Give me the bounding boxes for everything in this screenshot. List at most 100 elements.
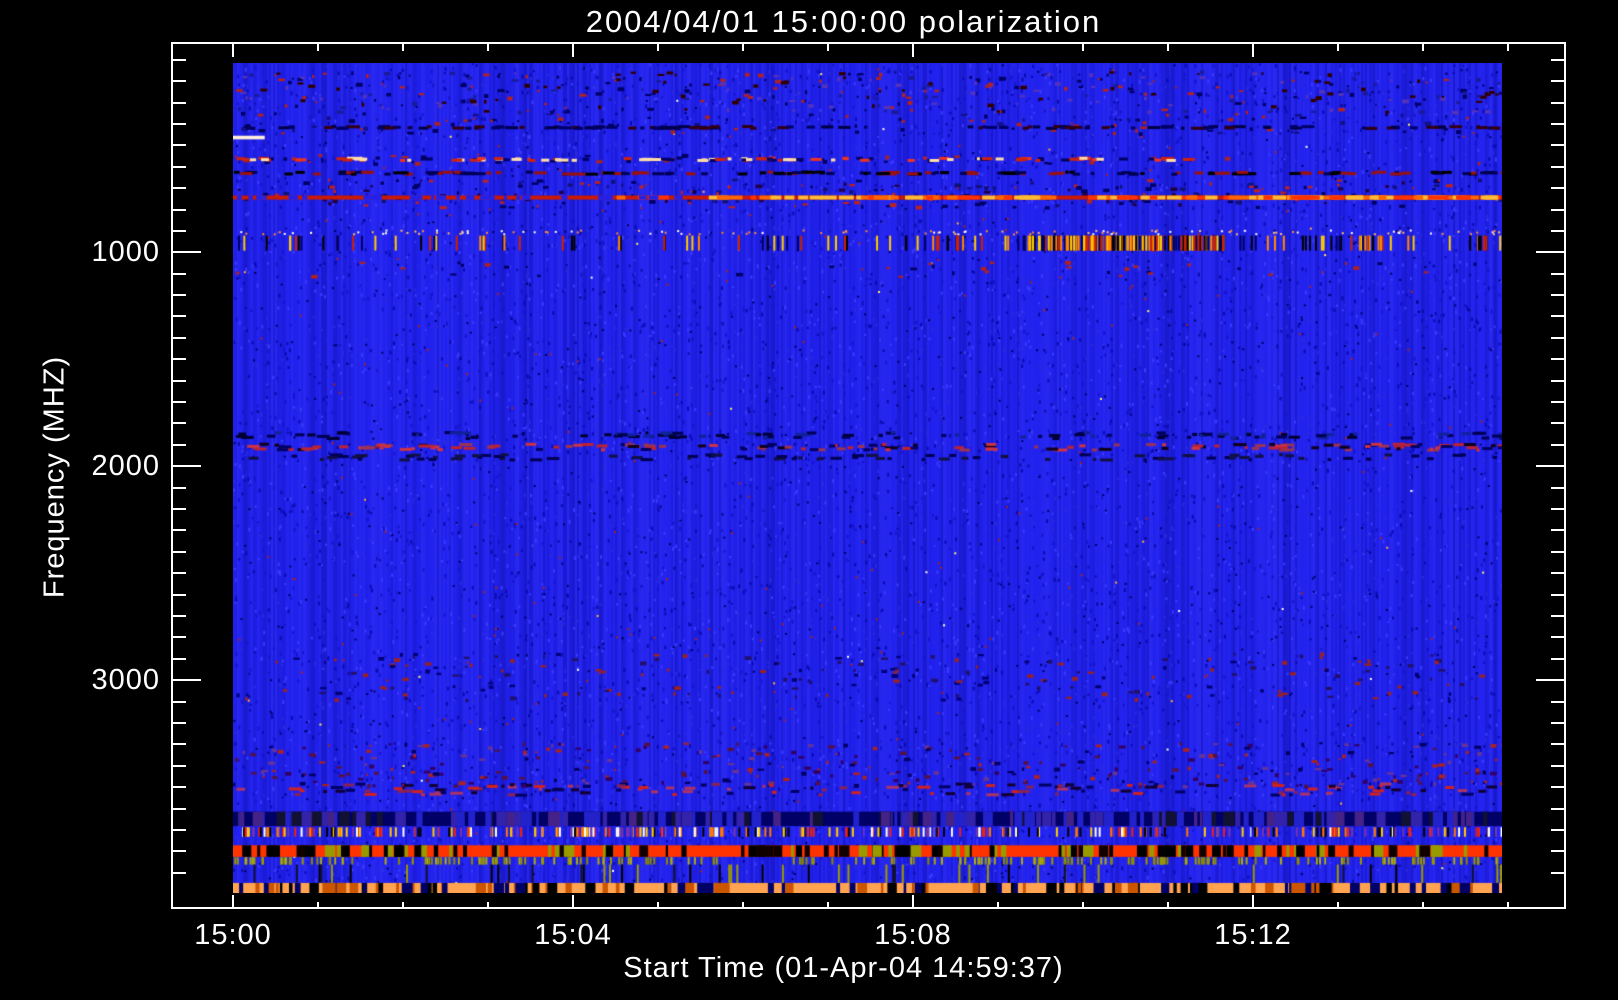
y-minor-tick-right xyxy=(1551,743,1564,746)
x-minor-tick xyxy=(1082,902,1084,909)
chart-title: 2004/04/01 15:00:00 polarization xyxy=(585,4,1102,39)
x-major-tick xyxy=(232,895,234,909)
y-minor-tick xyxy=(173,807,186,810)
y-minor-tick-right xyxy=(1551,272,1564,275)
x-minor-tick xyxy=(827,902,829,909)
y-minor-tick-right xyxy=(1551,764,1564,767)
y-minor-tick xyxy=(173,786,186,789)
y-major-tick-right xyxy=(1536,465,1564,468)
plot-frame xyxy=(171,42,1566,909)
y-minor-tick xyxy=(173,828,186,831)
y-minor-tick-right xyxy=(1551,315,1564,318)
x-tick-label-3: 15:12 xyxy=(1214,919,1292,951)
y-minor-tick-right xyxy=(1551,122,1564,125)
y-minor-tick xyxy=(173,486,186,489)
y-minor-tick xyxy=(173,379,186,382)
y-minor-tick xyxy=(173,272,186,275)
y-minor-tick xyxy=(173,657,186,660)
y-minor-tick-right xyxy=(1551,58,1564,61)
y-minor-tick xyxy=(173,101,186,104)
x-minor-tick xyxy=(657,902,659,909)
x-tick-label-0: 15:00 xyxy=(194,919,272,951)
spectrogram-page: 2004/04/01 15:00:00 polarization 15:00 15… xyxy=(0,0,1618,1000)
y-minor-tick-right xyxy=(1551,593,1564,596)
y-minor-tick xyxy=(173,529,186,532)
y-minor-tick-right xyxy=(1551,508,1564,511)
x-minor-tick-top xyxy=(487,44,489,51)
y-minor-tick xyxy=(173,636,186,639)
x-minor-tick xyxy=(402,902,404,909)
x-axis-title: Start Time (01-Apr-04 14:59:37) xyxy=(623,952,1064,984)
y-minor-tick-right xyxy=(1551,850,1564,853)
x-minor-tick-top xyxy=(317,44,319,51)
y-minor-tick xyxy=(173,871,186,874)
y-minor-tick-right xyxy=(1551,144,1564,147)
y-minor-tick xyxy=(173,508,186,511)
y-minor-tick xyxy=(173,58,186,61)
x-minor-tick-top xyxy=(1337,44,1339,51)
y-minor-tick xyxy=(173,229,186,232)
x-tick-label-1: 15:04 xyxy=(534,919,612,951)
y-minor-tick xyxy=(173,315,186,318)
y-minor-tick xyxy=(173,336,186,339)
y-tick-label-0: 1000 xyxy=(91,236,160,269)
y-minor-tick xyxy=(173,422,186,425)
y-minor-tick-right xyxy=(1551,871,1564,874)
y-minor-tick-right xyxy=(1551,572,1564,575)
y-major-tick xyxy=(173,465,201,468)
y-minor-tick xyxy=(173,764,186,767)
y-minor-tick-right xyxy=(1551,80,1564,83)
x-minor-tick xyxy=(317,902,319,909)
y-minor-tick xyxy=(173,208,186,211)
x-major-tick-top xyxy=(912,44,914,57)
y-minor-tick xyxy=(173,358,186,361)
x-minor-tick-top xyxy=(997,44,999,51)
y-minor-tick-right xyxy=(1551,786,1564,789)
x-minor-tick xyxy=(1422,902,1424,909)
y-axis-title: Frequency (MHZ) xyxy=(38,355,71,599)
x-major-tick-top xyxy=(232,44,234,57)
y-tick-label-2: 3000 xyxy=(91,664,160,697)
y-minor-tick-right xyxy=(1551,657,1564,660)
y-minor-tick-right xyxy=(1551,208,1564,211)
y-minor-tick xyxy=(173,294,186,297)
x-major-tick xyxy=(1252,895,1254,909)
y-minor-tick xyxy=(173,165,186,168)
y-minor-tick-right xyxy=(1551,336,1564,339)
x-minor-tick-top xyxy=(1167,44,1169,51)
y-minor-tick xyxy=(173,593,186,596)
y-minor-tick xyxy=(173,401,186,404)
x-minor-tick xyxy=(1167,902,1169,909)
y-minor-tick-right xyxy=(1551,636,1564,639)
y-minor-tick xyxy=(173,721,186,724)
y-major-tick-right xyxy=(1536,679,1564,682)
y-minor-tick xyxy=(173,700,186,703)
y-tick-label-1: 2000 xyxy=(91,450,160,483)
y-minor-tick xyxy=(173,443,186,446)
x-minor-tick xyxy=(1337,902,1339,909)
y-minor-tick-right xyxy=(1551,443,1564,446)
y-minor-tick-right xyxy=(1551,187,1564,190)
y-minor-tick xyxy=(173,572,186,575)
y-minor-tick-right xyxy=(1551,828,1564,831)
y-minor-tick xyxy=(173,122,186,125)
x-major-tick xyxy=(572,895,574,909)
x-minor-tick-top xyxy=(1422,44,1424,51)
x-major-tick xyxy=(912,895,914,909)
y-major-tick xyxy=(173,251,201,254)
y-minor-tick-right xyxy=(1551,401,1564,404)
y-minor-tick xyxy=(173,144,186,147)
y-minor-tick-right xyxy=(1551,807,1564,810)
y-minor-tick-right xyxy=(1551,422,1564,425)
y-minor-tick xyxy=(173,550,186,553)
x-tick-label-2: 15:08 xyxy=(874,919,952,951)
x-minor-tick-top xyxy=(827,44,829,51)
x-minor-tick xyxy=(997,902,999,909)
y-minor-tick xyxy=(173,80,186,83)
y-minor-tick-right xyxy=(1551,721,1564,724)
x-major-tick-top xyxy=(572,44,574,57)
y-minor-tick xyxy=(173,743,186,746)
x-minor-tick-top xyxy=(1082,44,1084,51)
y-minor-tick-right xyxy=(1551,358,1564,361)
y-minor-tick-right xyxy=(1551,529,1564,532)
